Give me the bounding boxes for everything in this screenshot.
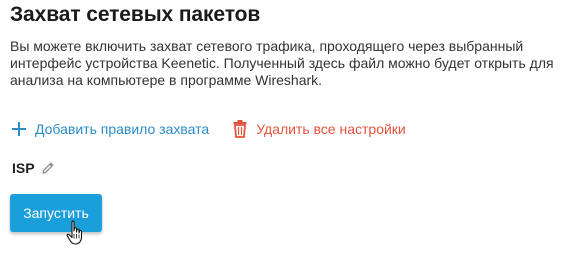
page-title: Захват сетевых пакетов [10,3,261,26]
interface-row: ISP [12,160,55,176]
add-capture-rule-link[interactable]: Добавить правило захвата [10,120,209,138]
delete-all-settings-label: Удалить все настройки [256,121,406,137]
interface-name: ISP [12,160,35,176]
action-bar: Добавить правило захвата Удалить все нас… [10,118,406,140]
packet-capture-panel: Захват сетевых пакетов Вы можете включит… [0,0,568,256]
add-capture-rule-label: Добавить правило захвата [35,121,210,137]
delete-all-settings-link[interactable]: Удалить все настройки [231,120,406,138]
trash-icon [231,120,249,138]
start-capture-button[interactable]: Запустить [10,194,102,232]
plus-icon [10,120,28,138]
page-description: Вы можете включить захват сетевого трафи… [10,38,554,88]
pencil-icon[interactable] [41,161,55,175]
